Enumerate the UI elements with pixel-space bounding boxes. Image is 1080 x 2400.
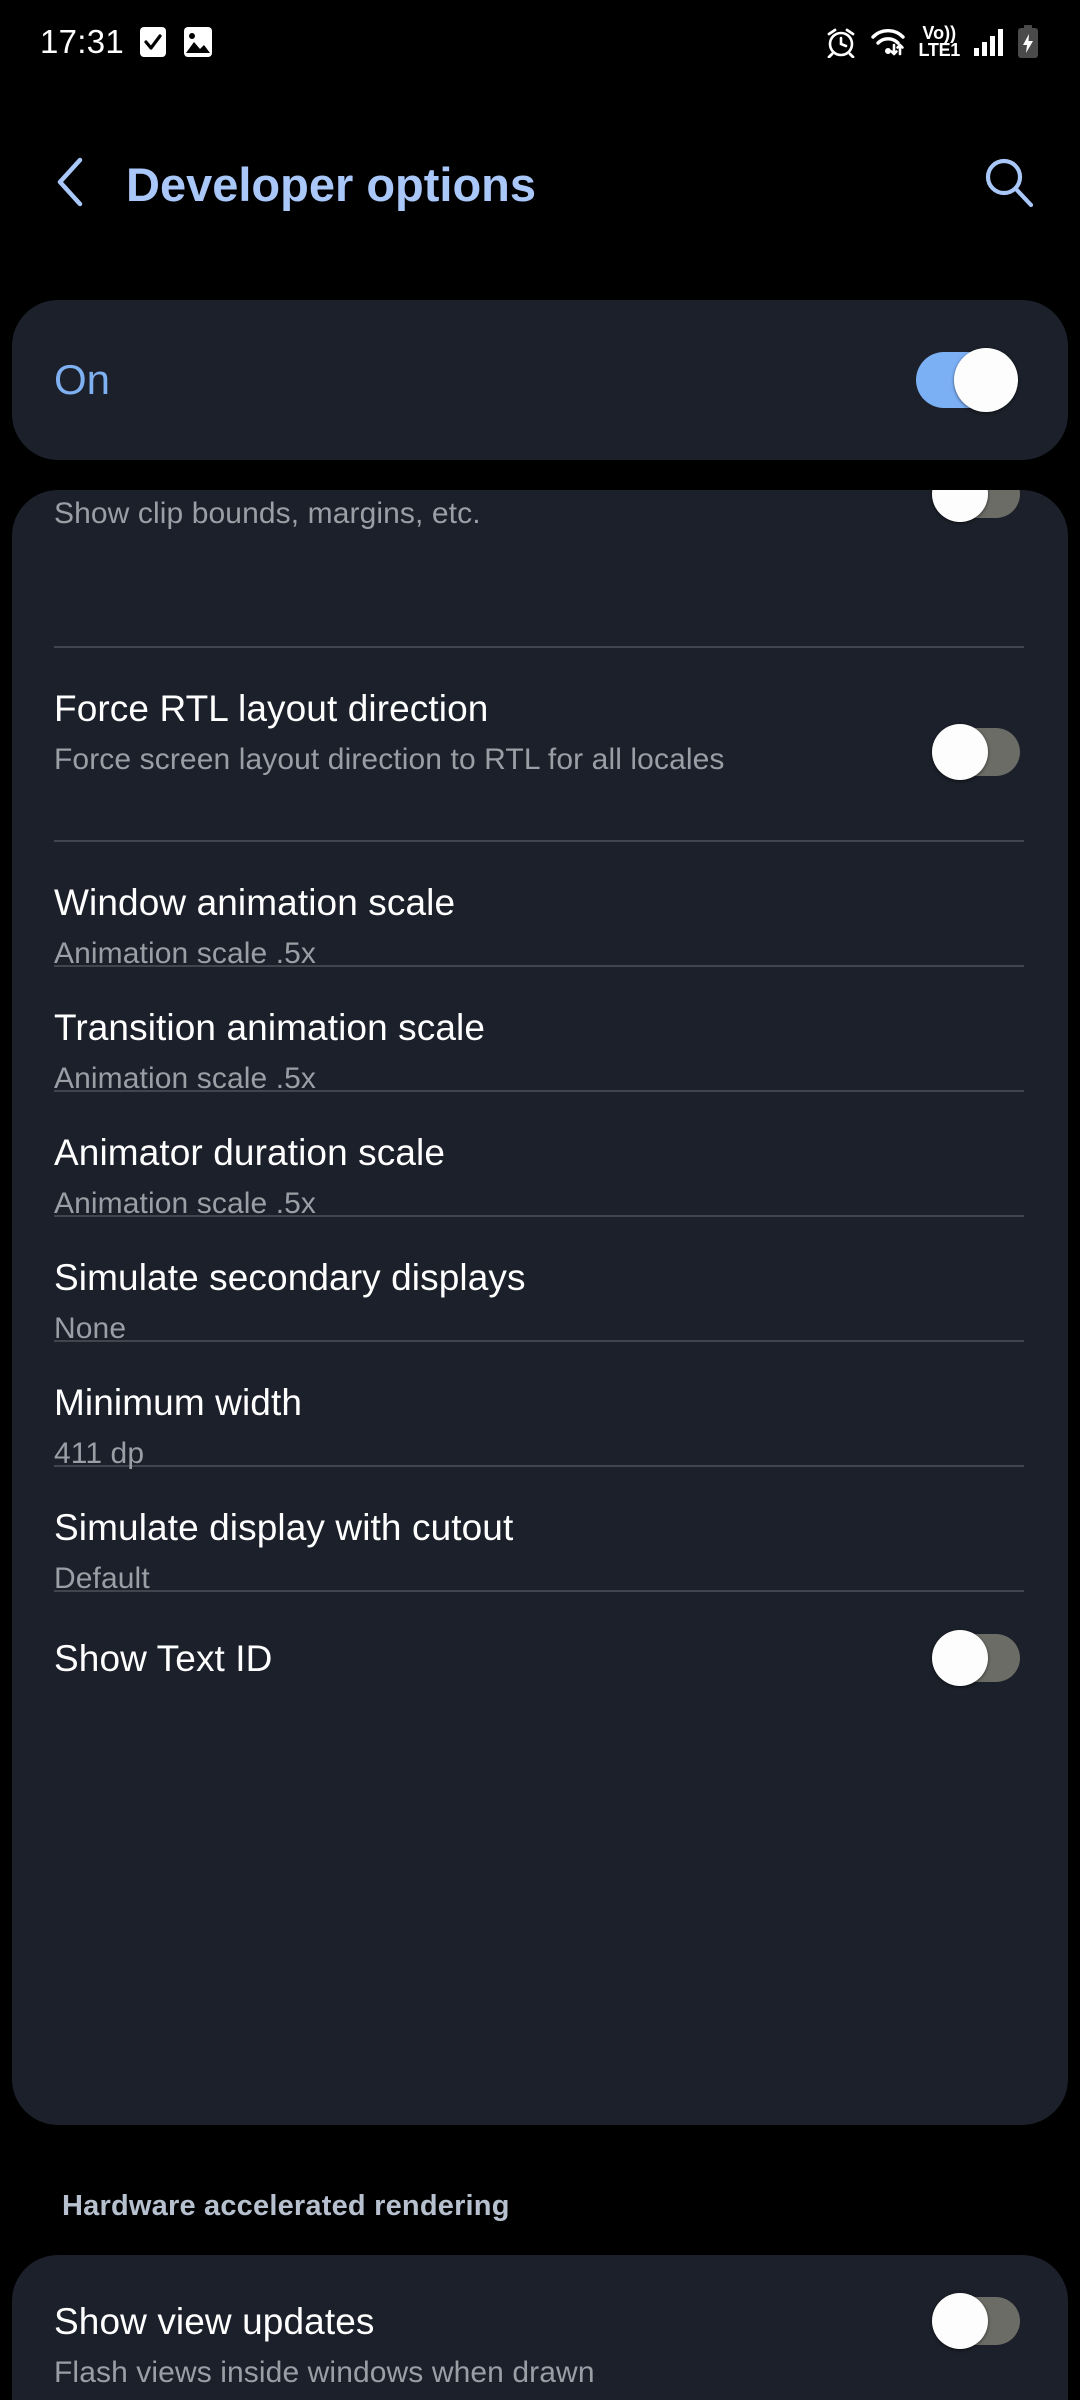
master-switch-label: On — [54, 356, 111, 403]
alarm-icon — [825, 26, 857, 58]
toggle-show-view-updates[interactable] — [932, 2293, 1020, 2349]
row-text: Animator duration scale Animation scale … — [54, 1130, 1020, 1224]
row-text: Show view updates Flash views inside win… — [54, 2299, 934, 2393]
list-item-simulate-display-with-cutout[interactable]: Simulate display with cutout Default — [12, 1467, 1068, 1595]
toggle-force-rtl[interactable] — [932, 724, 1020, 780]
list-item-title: Show Text ID — [54, 1638, 273, 1679]
master-switch-toggle[interactable] — [916, 348, 1018, 412]
list-item-title: Minimum width — [54, 1382, 303, 1423]
row-text: Simulate secondary displays None — [54, 1255, 1020, 1349]
volte-icon: Vo)) LTE1 — [918, 25, 961, 60]
status-bar-clock: 17:31 — [40, 23, 125, 60]
list-item-summary: Show clip bounds, margins, etc. — [54, 497, 481, 530]
toggle-thumb — [932, 2293, 988, 2349]
row-text: Show Text ID — [54, 1636, 934, 1682]
list-item-title: Show view updates — [54, 2301, 375, 2342]
chevron-left-icon — [50, 154, 94, 215]
list-item-title: Simulate secondary displays — [54, 1257, 526, 1298]
row-text: Transition animation scale Animation sca… — [54, 1005, 1020, 1099]
list-item-show-view-updates[interactable]: Show view updates Flash views inside win… — [12, 2255, 1068, 2400]
image-icon — [182, 25, 214, 59]
list-item-show-text-id[interactable]: Show Text ID — [12, 1592, 1068, 1718]
list-item-simulate-secondary-displays[interactable]: Simulate secondary displays None — [12, 1217, 1068, 1345]
row-text: Window animation scale Animation scale .… — [54, 880, 1020, 974]
master-switch-card[interactable]: On — [12, 300, 1068, 460]
toggle-thumb — [932, 724, 988, 780]
row-text: Force RTL layout direction Force screen … — [54, 686, 934, 780]
row-text: Simulate display with cutout Default — [54, 1505, 1020, 1599]
app-bar: Developer options — [0, 84, 1080, 284]
checkbox-checked-icon — [138, 25, 168, 59]
toggle-show-layout-bounds[interactable] — [932, 490, 1020, 522]
list-item-animator-duration-scale[interactable]: Animator duration scale Animation scale … — [12, 1092, 1068, 1220]
list-item-title: Transition animation scale — [54, 1007, 486, 1048]
list-item-summary: Force screen layout direction to RTL for… — [54, 743, 725, 776]
developer-options-screen: 17:31 Vo)) LTE1 Developer options On Sho… — [0, 0, 1080, 2400]
status-bar: 17:31 Vo)) LTE1 — [0, 0, 1080, 84]
list-item-minimum-width[interactable]: Minimum width 411 dp — [12, 1342, 1068, 1470]
toggle-show-text-id[interactable] — [932, 1630, 1020, 1686]
toggle-thumb — [932, 1630, 988, 1686]
settings-list-card: Show layout bounds Show clip bounds, mar… — [12, 490, 1068, 2125]
list-item-title: Force RTL layout direction — [54, 688, 489, 729]
search-button[interactable] — [974, 149, 1044, 219]
list-item-transition-animation-scale[interactable]: Transition animation scale Animation sca… — [12, 967, 1068, 1095]
page-title: Developer options — [126, 157, 537, 211]
hardware-rendering-card: Show view updates Flash views inside win… — [12, 2255, 1068, 2400]
signal-bars-icon — [972, 26, 1004, 58]
wifi-icon — [869, 26, 907, 58]
search-icon — [980, 153, 1038, 216]
list-item-force-rtl-layout-direction[interactable]: Force RTL layout direction Force screen … — [12, 648, 1068, 840]
list-item-summary: Flash views inside windows when drawn — [54, 2356, 595, 2389]
toggle-thumb — [954, 348, 1018, 412]
list-item-title: Animator duration scale — [54, 1132, 445, 1173]
status-bar-left: 17:31 — [40, 23, 214, 61]
list-item-title: Window animation scale — [54, 882, 456, 923]
row-text: Minimum width 411 dp — [54, 1380, 1020, 1474]
back-button[interactable] — [40, 152, 104, 216]
list-item-show-layout-bounds[interactable]: Show layout bounds Show clip bounds, mar… — [12, 490, 1068, 646]
status-bar-right: Vo)) LTE1 — [825, 25, 1040, 59]
list-item-window-animation-scale[interactable]: Window animation scale Animation scale .… — [12, 842, 1068, 970]
volte-label-bottom: LTE1 — [918, 40, 961, 60]
battery-charging-icon — [1016, 25, 1040, 59]
section-header-hardware-accelerated-rendering: Hardware accelerated rendering — [62, 2190, 510, 2222]
list-item-title: Simulate display with cutout — [54, 1507, 514, 1548]
row-text: Show layout bounds Show clip bounds, mar… — [54, 490, 934, 534]
